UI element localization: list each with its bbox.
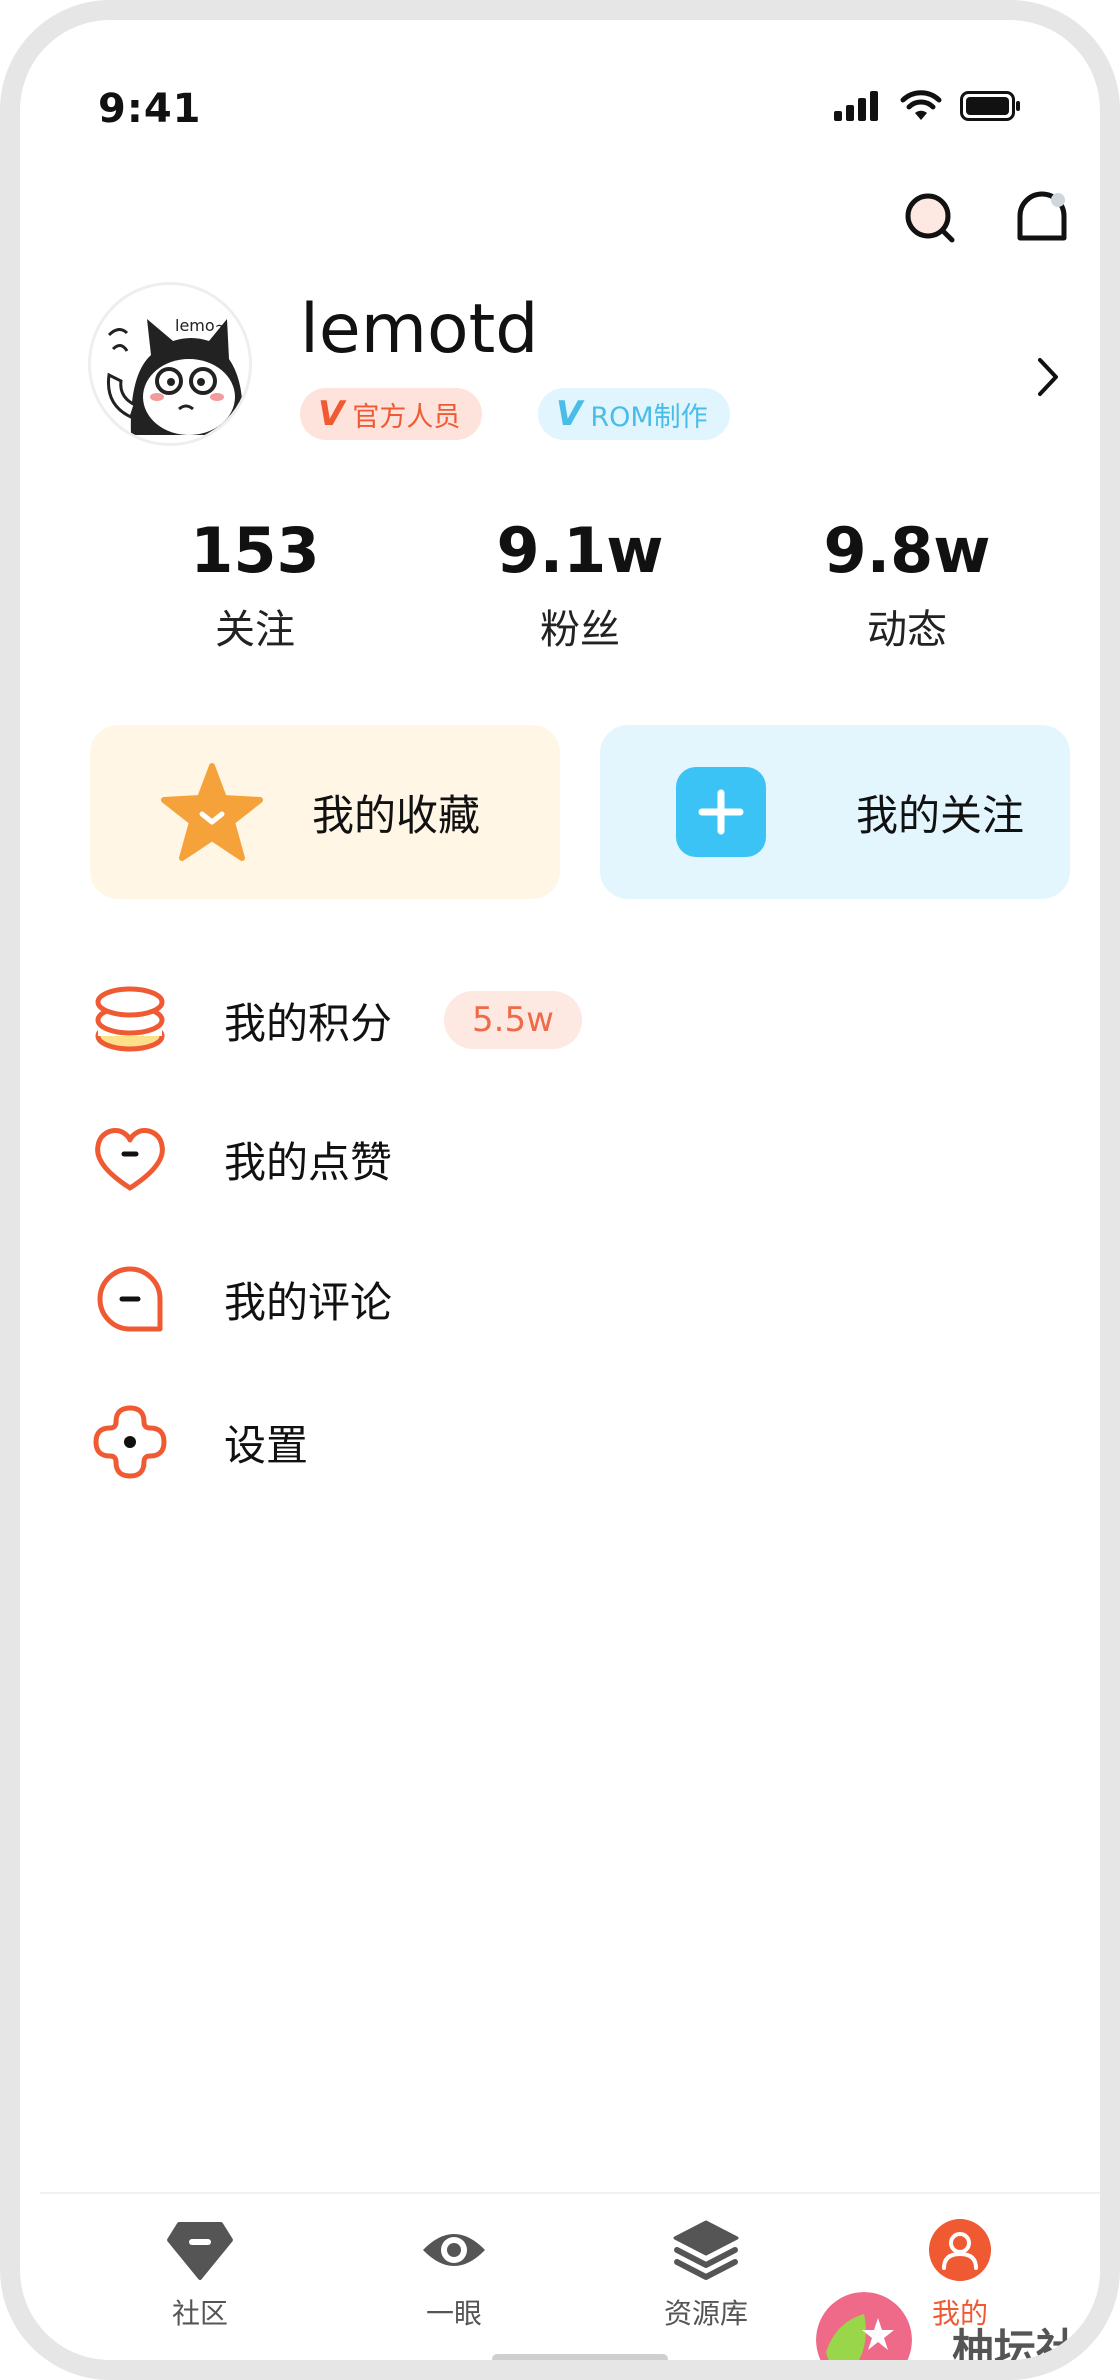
heart-icon [90,1119,170,1199]
badge-rom: V ROM制作 [538,388,730,440]
my-follows-card[interactable]: 我的关注 [600,725,1070,899]
my-favorites-label: 我的收藏 [312,790,481,840]
stat-value: 153 [190,514,320,587]
comment-icon [90,1259,170,1339]
username: lemotd [300,290,539,369]
notification-icon[interactable] [1012,188,1072,248]
stat-followers[interactable]: 9.1w 粉丝 [460,514,700,655]
tab-community[interactable]: 社区 [120,2218,280,2332]
my-follows-label: 我的关注 [856,790,1025,840]
menu-item-likes[interactable]: 我的点赞 [90,1114,1050,1204]
diamond-icon [167,2222,233,2280]
eye-icon [423,2234,485,2266]
verified-mark: V [318,394,345,434]
tab-label: 一眼 [425,2297,482,2330]
points-badge: 5.5w [444,991,582,1049]
menu-item-comments[interactable]: 我的评论 [90,1254,1050,1344]
stat-posts[interactable]: 9.8w 动态 [787,514,1027,655]
coins-icon [90,980,170,1060]
status-icons [834,90,1022,122]
home-indicator [492,2354,668,2360]
status-time: 9:41 [98,86,202,132]
menu-item-likes-label: 我的点赞 [224,1137,393,1187]
star-icon [161,763,263,861]
stat-label: 关注 [215,607,295,653]
star-badge-icon [816,2292,912,2360]
menu-item-points[interactable]: 我的积分 5.5w [90,975,1050,1065]
stat-following[interactable]: 153 关注 [135,514,375,655]
badge-official: V 官方人员 [300,388,483,440]
verified-mark: V [556,394,583,434]
my-favorites-card[interactable]: 我的收藏 [90,725,560,899]
tab-resources[interactable]: 资源库 [626,2218,786,2332]
menu-item-points-label: 我的积分 [224,998,393,1048]
badge-official-label: 官方人员 [352,401,461,433]
badge-rom-label: ROM制作 [590,401,708,433]
stat-label: 动态 [867,607,947,653]
stat-label: 粉丝 [540,607,620,653]
tab-label: 社区 [171,2297,228,2330]
menu-item-settings[interactable]: 设置 [90,1397,1050,1487]
tab-label: 资源库 [663,2297,748,2330]
phone-frame: 9:41 lemo~ lemotd V 官方人员 V ROM制作 153 关注 … [0,0,1120,2380]
chevron-right-icon[interactable] [1030,352,1066,402]
watermark-text: 柚坛社区 [952,2325,1079,2374]
user-icon [929,2219,991,2281]
menu-item-settings-label: 设置 [224,1420,309,1470]
signal-icon [834,91,878,121]
plus-icon [676,767,766,857]
search-icon[interactable] [900,188,960,248]
menu-item-comments-label: 我的评论 [224,1277,393,1327]
wifi-icon [900,90,942,120]
stat-value: 9.8w [823,514,991,587]
svg-text:lemo~: lemo~ [175,316,228,335]
tab-glance[interactable]: 一眼 [374,2218,534,2332]
stat-value: 9.1w [496,514,664,587]
watermark-logo [816,2292,912,2360]
layers-icon [673,2220,739,2280]
avatar[interactable]: lemo~ [88,282,252,446]
cat-avatar-icon: lemo~ [91,285,249,443]
settings-icon [90,1402,170,1482]
battery-icon [960,91,1020,121]
